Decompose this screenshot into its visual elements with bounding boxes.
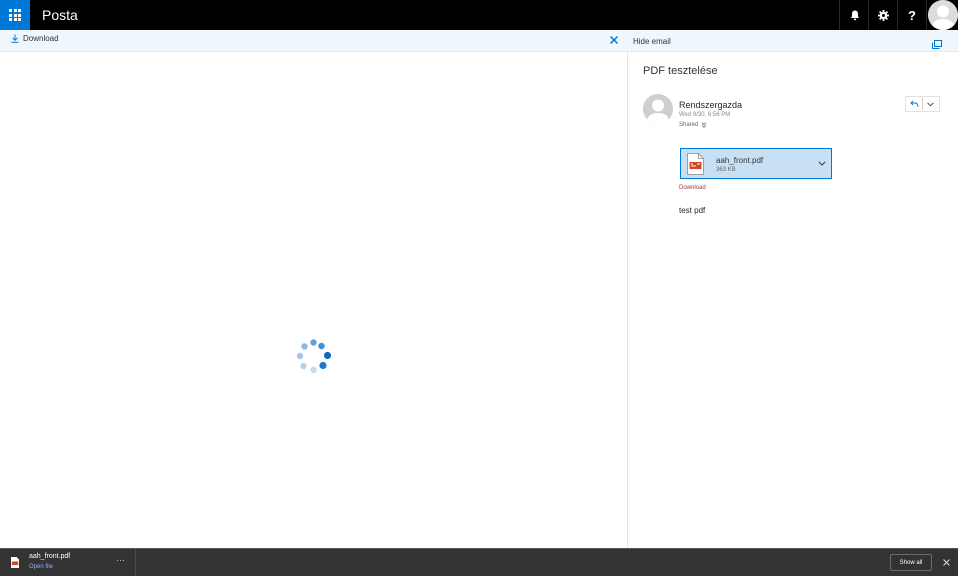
app-launcher-button[interactable]	[0, 0, 30, 30]
account-avatar[interactable]	[928, 0, 958, 30]
download-button[interactable]: Download	[11, 34, 59, 43]
chevron-down-icon	[818, 160, 826, 166]
attachment-card[interactable]: aah_front.pdf 363 KB	[680, 148, 832, 179]
help-button[interactable]: ?	[898, 0, 926, 30]
bell-icon	[851, 10, 859, 20]
chevron-down-icon	[927, 101, 935, 106]
reply-options-button[interactable]	[923, 97, 939, 111]
attachment-download-link[interactable]: Download	[679, 185, 706, 191]
download-options-button[interactable]: ···	[116, 555, 125, 565]
download-icon	[11, 34, 19, 43]
hide-email-button[interactable]: Hide email	[633, 37, 671, 46]
downloads-bar: aah_front.pdf Open file ··· Show all	[0, 548, 958, 576]
settings-button[interactable]	[869, 0, 897, 30]
help-icon: ?	[908, 7, 916, 23]
shared-toggle[interactable]: Shared	[679, 122, 707, 128]
top-bar: Posta ?	[0, 0, 958, 30]
message-date: Wed 9/30, 6:56 PM	[679, 112, 731, 118]
divider	[926, 0, 927, 30]
loading-spinner-icon	[296, 339, 331, 374]
attachment-size: 363 KB	[716, 167, 736, 173]
reading-pane-command-bar: Hide email	[628, 30, 958, 52]
sender-name[interactable]: Rendszergazda	[679, 100, 742, 110]
download-label: Download	[23, 34, 59, 43]
attachment-name: aah_front.pdf	[716, 156, 764, 165]
app-launcher-icon	[9, 9, 21, 21]
download-file-name: aah_front.pdf	[29, 553, 71, 560]
show-all-button[interactable]: Show all	[890, 554, 932, 571]
close-icon	[942, 558, 950, 566]
reading-pane: PDF tesztelése Rendszergazda Wed 9/30, 6…	[627, 52, 958, 548]
close-downloads-bar-button[interactable]	[940, 556, 952, 568]
pdf-file-icon	[687, 153, 704, 175]
popout-icon	[932, 40, 942, 49]
viewer-command-bar: Download	[0, 30, 628, 52]
reply-all-icon	[909, 100, 918, 107]
notifications-button[interactable]	[841, 0, 869, 30]
message-body: test pdf	[679, 206, 706, 215]
reply-split-button	[905, 96, 940, 112]
double-chevron-down-icon	[702, 122, 707, 128]
divider	[839, 0, 840, 30]
sender-avatar[interactable]	[643, 94, 673, 124]
attachment-viewer	[0, 52, 628, 548]
attachment-menu-button[interactable]	[817, 158, 827, 168]
download-item[interactable]: aah_front.pdf Open file ···	[0, 549, 136, 576]
pdf-file-icon	[11, 557, 19, 568]
outlook-window: Posta ? Download Hide email PDF tesztelé…	[0, 0, 958, 576]
open-file-link[interactable]: Open file	[29, 564, 53, 570]
gear-icon	[877, 9, 889, 21]
message-subject: PDF tesztelése	[643, 65, 718, 77]
avatar-icon	[643, 94, 673, 124]
avatar-icon	[928, 0, 958, 30]
shared-label: Shared	[679, 122, 699, 128]
close-viewer-button[interactable]	[608, 33, 620, 47]
app-title: Posta	[42, 7, 78, 23]
reply-all-button[interactable]	[906, 97, 922, 111]
close-icon	[610, 36, 618, 44]
